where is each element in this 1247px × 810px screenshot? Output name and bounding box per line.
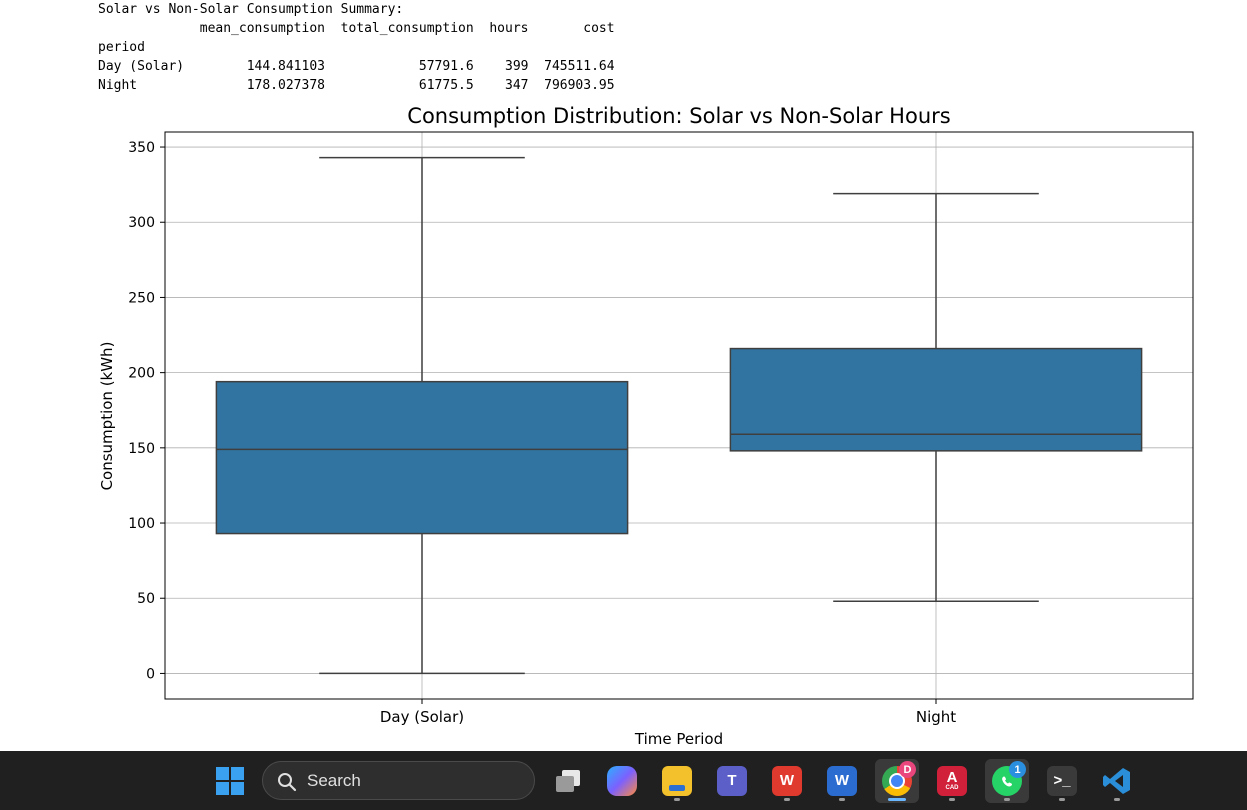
teams-icon: T (717, 766, 747, 796)
vscode-icon (1102, 766, 1132, 796)
taskbar-chrome-button[interactable]: D (875, 759, 919, 803)
boxes (215, 156, 1143, 675)
y-tick-label: 100 (128, 516, 155, 532)
whatsapp-notification-badge: 1 (1009, 761, 1026, 778)
console-output: Solar vs Non-Solar Consumption Summary: … (98, 0, 615, 95)
y-tick-label: 300 (128, 215, 155, 231)
running-indicator (784, 798, 790, 801)
running-indicator (888, 798, 906, 801)
summary-row: Day (Solar) 144.841103 57791.6 399 74551… (98, 59, 615, 74)
taskbar-wps-office-button[interactable]: W (765, 759, 809, 803)
boxplot-chart: Consumption Distribution: Solar vs Non-S… (98, 104, 1194, 748)
box-day-solar (215, 156, 629, 675)
box-iqr (215, 380, 629, 535)
running-indicator (1004, 798, 1010, 801)
y-tick-label: 250 (128, 290, 155, 306)
taskbar-word-button[interactable]: W (820, 759, 864, 803)
x-axis-label: Time Period (634, 730, 723, 748)
y-tick-label: 350 (128, 140, 155, 156)
taskbar-search-box[interactable]: Search (262, 761, 535, 800)
taskbar-task-view-button[interactable] (546, 759, 590, 803)
y-axis-label: Consumption (kWh) (98, 342, 116, 491)
y-tick-label: 150 (128, 441, 155, 457)
word-icon: W (827, 766, 857, 796)
chart-title: Consumption Distribution: Solar vs Non-S… (407, 104, 950, 128)
running-indicator (949, 798, 955, 801)
taskbar-autocad-button[interactable]: A CAD (930, 759, 974, 803)
y-axis: 0 50 100 150 200 250 300 350 (128, 140, 165, 682)
x-tick-label: Day (Solar) (380, 708, 464, 726)
running-indicator (839, 798, 845, 801)
summary-columns-line: mean_consumption total_consumption hours… (98, 21, 615, 36)
search-placeholder: Search (307, 771, 361, 790)
taskbar-copilot-button[interactable] (600, 759, 644, 803)
x-axis: Day (Solar) Night (380, 699, 956, 726)
taskbar-vscode-button[interactable] (1095, 759, 1139, 803)
summary-heading: Solar vs Non-Solar Consumption Summary: (98, 2, 404, 17)
x-tick-label: Night (916, 708, 956, 726)
taskbar-whatsapp-button[interactable]: 1 (985, 759, 1029, 803)
running-indicator (1059, 798, 1065, 801)
y-tick-label: 200 (128, 366, 155, 382)
taskbar-teams-button[interactable]: T (710, 759, 754, 803)
y-tick-label: 0 (146, 666, 155, 682)
folder-icon (662, 766, 692, 796)
running-indicator (1114, 798, 1120, 801)
terminal-icon: >_ (1047, 766, 1077, 796)
y-tick-label: 50 (137, 591, 155, 607)
box-iqr (729, 347, 1143, 452)
autocad-icon: A CAD (937, 766, 967, 796)
task-view-icon (553, 766, 583, 796)
taskbar-start-button[interactable] (208, 759, 252, 803)
wps-icon: W (772, 766, 802, 796)
box-night (729, 192, 1143, 602)
copilot-icon (607, 766, 637, 796)
taskbar-file-explorer-button[interactable] (655, 759, 699, 803)
summary-row: Night 178.027378 61775.5 347 796903.95 (98, 78, 615, 93)
summary-index-name: period (98, 40, 145, 55)
search-icon (278, 773, 297, 792)
running-indicator (674, 798, 680, 801)
chrome-notification-badge: D (899, 761, 916, 778)
taskbar-terminal-button[interactable]: >_ (1040, 759, 1084, 803)
windows-logo-icon (215, 766, 245, 796)
